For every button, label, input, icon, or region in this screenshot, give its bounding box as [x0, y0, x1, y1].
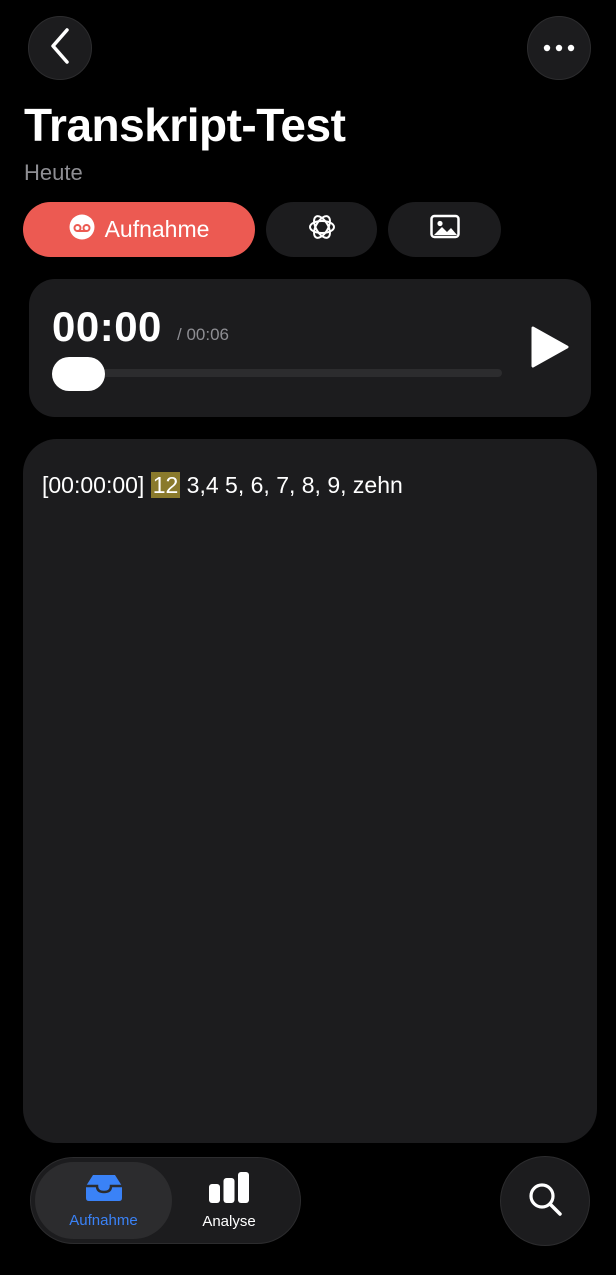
play-icon: [527, 326, 571, 373]
tray-icon: [84, 1173, 124, 1208]
ai-sparkle-icon: [307, 212, 337, 247]
more-options-button[interactable]: [527, 16, 591, 80]
chevron-left-icon: [47, 26, 73, 71]
search-icon: [527, 1181, 563, 1222]
page-title: Transkript-Test: [24, 99, 346, 151]
play-button[interactable]: [527, 325, 571, 369]
tab-bar: Aufnahme Analyse: [30, 1157, 301, 1244]
tab-recording[interactable]: Aufnahme: [35, 1162, 172, 1239]
segment-recording-label: Aufnahme: [104, 216, 210, 242]
transcript-highlighted-word[interactable]: 12: [150, 472, 181, 498]
voicemail-icon: [69, 214, 95, 245]
tab-analysis[interactable]: Analyse: [163, 1162, 295, 1239]
page-subtitle: Heute: [24, 160, 83, 185]
screen: Transkript-Test Heute Aufnahme 00:00 / 0…: [0, 0, 616, 1275]
current-time: 00:00: [52, 303, 162, 350]
transcript-line: [00:00:00] 12 3,4 5, 6, 7, 8, 9, zehn: [42, 472, 403, 499]
ellipsis-icon: [543, 39, 575, 57]
transcript-panel[interactable]: [00:00:00] 12 3,4 5, 6, 7, 8, 9, zehn: [23, 439, 597, 1143]
transcript-text: 3,4 5, 6, 7, 8, 9, zehn: [180, 472, 403, 498]
total-time: / 00:06: [177, 325, 229, 344]
search-button[interactable]: [500, 1156, 590, 1246]
tab-recording-label: Aufnahme: [69, 1211, 138, 1229]
bar-chart-icon: [207, 1171, 251, 1209]
segment-recording[interactable]: Aufnahme: [23, 202, 255, 257]
progress-track[interactable]: [52, 369, 502, 377]
tab-analysis-label: Analyse: [202, 1212, 256, 1230]
segment-ai[interactable]: [266, 202, 377, 257]
back-button[interactable]: [28, 16, 92, 80]
audio-player: 00:00 / 00:06: [29, 279, 591, 417]
transcript-timestamp: [00:00:00]: [42, 472, 145, 498]
segment-image[interactable]: [388, 202, 501, 257]
progress-thumb[interactable]: [52, 357, 105, 391]
photo-icon: [429, 214, 460, 245]
